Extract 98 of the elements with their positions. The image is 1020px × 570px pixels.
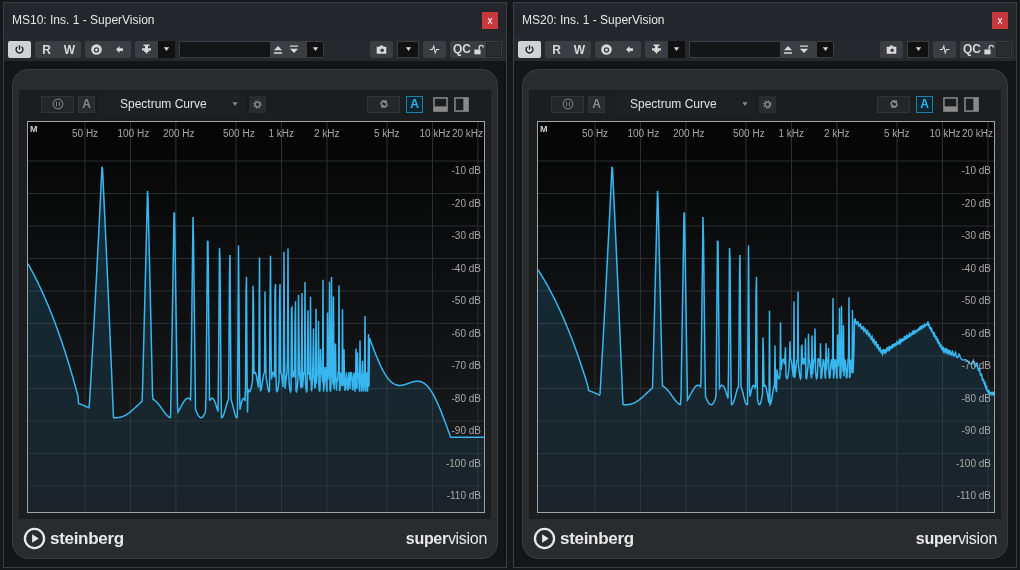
pause-button[interactable]	[551, 95, 584, 113]
caret-icon[interactable]	[821, 46, 829, 52]
level-label: -40 dB	[451, 261, 481, 276]
frequency-label: 1 kHz	[268, 127, 294, 141]
frequency-label: 5 kHz	[884, 127, 910, 141]
power-icon[interactable]	[14, 43, 25, 55]
frequency-label: 20 kHz	[961, 127, 993, 141]
level-label: -90 dB	[961, 424, 991, 438]
sidechain-button[interactable]	[423, 40, 446, 58]
dropdown-button[interactable]	[907, 40, 929, 58]
pause-button[interactable]	[41, 95, 74, 113]
caret-icon[interactable]	[914, 46, 922, 52]
camera-icon[interactable]	[375, 43, 388, 55]
power-button[interactable]	[8, 40, 31, 58]
sidechain-button[interactable]	[933, 40, 956, 58]
level-label: -50 dB	[961, 294, 991, 308]
level-label: -10 dB	[451, 164, 481, 178]
sync-button[interactable]	[367, 95, 400, 113]
channel-label: M	[30, 123, 38, 136]
window-title: MS10: Ins. 1 - SuperVision	[12, 12, 155, 29]
refresh-icon[interactable]	[377, 98, 390, 110]
snapshot-button[interactable]	[370, 40, 393, 58]
brand-logo: steinberg	[560, 527, 634, 550]
refresh-icon[interactable]	[887, 98, 900, 110]
frequency-label: 10 kHz	[419, 127, 451, 141]
panel-right-icon[interactable]	[964, 96, 979, 112]
caret-icon[interactable]	[404, 46, 412, 52]
window-title: MS20: Ins. 1 - SuperVision	[522, 12, 665, 29]
frequency-label: 200 Hz	[162, 127, 195, 141]
level-label: -20 dB	[961, 196, 991, 211]
camera-icon[interactable]	[885, 43, 898, 55]
frequency-label: 20 kHz	[451, 127, 483, 141]
lock-icon[interactable]	[983, 43, 994, 55]
level-label: -20 dB	[451, 196, 481, 211]
level-label: -110 dB	[446, 489, 481, 503]
pause-icon[interactable]	[51, 98, 64, 110]
a-toggle[interactable]: A	[588, 95, 605, 113]
frequency-label: 50 Hz	[582, 127, 609, 141]
play-circle-icon[interactable]	[533, 527, 556, 550]
close-button[interactable]: x	[992, 11, 1008, 29]
sync-button[interactable]	[877, 95, 910, 113]
a-toggle[interactable]: A	[406, 95, 423, 113]
panel-bottom-icon[interactable]	[943, 96, 958, 112]
close-button[interactable]: x	[482, 11, 498, 29]
square-toggle[interactable]	[486, 41, 501, 57]
frequency-label: 10 kHz	[929, 127, 961, 141]
level-label: -60 dB	[961, 326, 991, 341]
waveform-icon[interactable]	[938, 43, 951, 55]
caret-icon[interactable]	[673, 46, 680, 52]
power-icon[interactable]	[524, 43, 535, 55]
level-label: -80 dB	[451, 391, 481, 406]
level-label: -90 dB	[451, 424, 481, 438]
level-label: -110 dB	[956, 489, 991, 503]
frequency-label: 500 Hz	[733, 127, 765, 141]
caret-icon[interactable]	[163, 46, 170, 52]
frequency-label: 1 kHz	[778, 127, 804, 141]
brand-logo: steinberg	[50, 527, 124, 550]
level-label: -80 dB	[961, 391, 991, 406]
level-label: -100 dB	[445, 456, 481, 471]
frequency-label: 100 Hz	[117, 127, 150, 141]
level-label: -100 dB	[955, 456, 991, 471]
square-toggle[interactable]	[996, 41, 1011, 57]
product-logo: supervision	[405, 528, 487, 549]
read-button[interactable]: R	[545, 40, 568, 58]
write-button[interactable]: W	[568, 40, 591, 58]
play-circle-icon[interactable]	[23, 527, 46, 550]
frequency-label: 2 kHz	[823, 127, 850, 141]
lock-icon[interactable]	[473, 43, 484, 55]
pause-icon[interactable]	[561, 98, 574, 110]
product-logo: supervision	[915, 528, 997, 549]
level-label: -60 dB	[451, 326, 481, 341]
read-button[interactable]: R	[35, 40, 58, 58]
frequency-label: 5 kHz	[374, 127, 400, 141]
caret-icon[interactable]	[311, 46, 319, 52]
dropdown-button[interactable]	[397, 40, 419, 58]
level-label: -40 dB	[961, 261, 991, 276]
preset-field[interactable]	[690, 41, 780, 57]
level-label: -50 dB	[451, 294, 481, 308]
panel-bottom-icon[interactable]	[433, 96, 448, 112]
panel-right-icon[interactable]	[454, 96, 469, 112]
write-button[interactable]: W	[58, 40, 81, 58]
frequency-label: 200 Hz	[672, 127, 705, 141]
frequency-label: 50 Hz	[72, 127, 99, 141]
a-toggle[interactable]: A	[916, 95, 933, 113]
snapshot-button[interactable]	[880, 40, 903, 58]
level-label: -30 dB	[961, 229, 991, 243]
level-label: -30 dB	[451, 229, 481, 243]
preset-field[interactable]	[180, 41, 270, 57]
frequency-label: 500 Hz	[223, 127, 255, 141]
waveform-icon[interactable]	[428, 43, 441, 55]
frequency-label: 2 kHz	[313, 127, 340, 141]
power-button[interactable]	[518, 40, 541, 58]
frequency-label: 100 Hz	[627, 127, 660, 141]
level-label: -70 dB	[451, 359, 481, 373]
level-label: -10 dB	[961, 164, 991, 178]
level-label: -70 dB	[961, 359, 991, 373]
a-toggle[interactable]: A	[78, 95, 95, 113]
channel-label: M	[540, 123, 548, 136]
